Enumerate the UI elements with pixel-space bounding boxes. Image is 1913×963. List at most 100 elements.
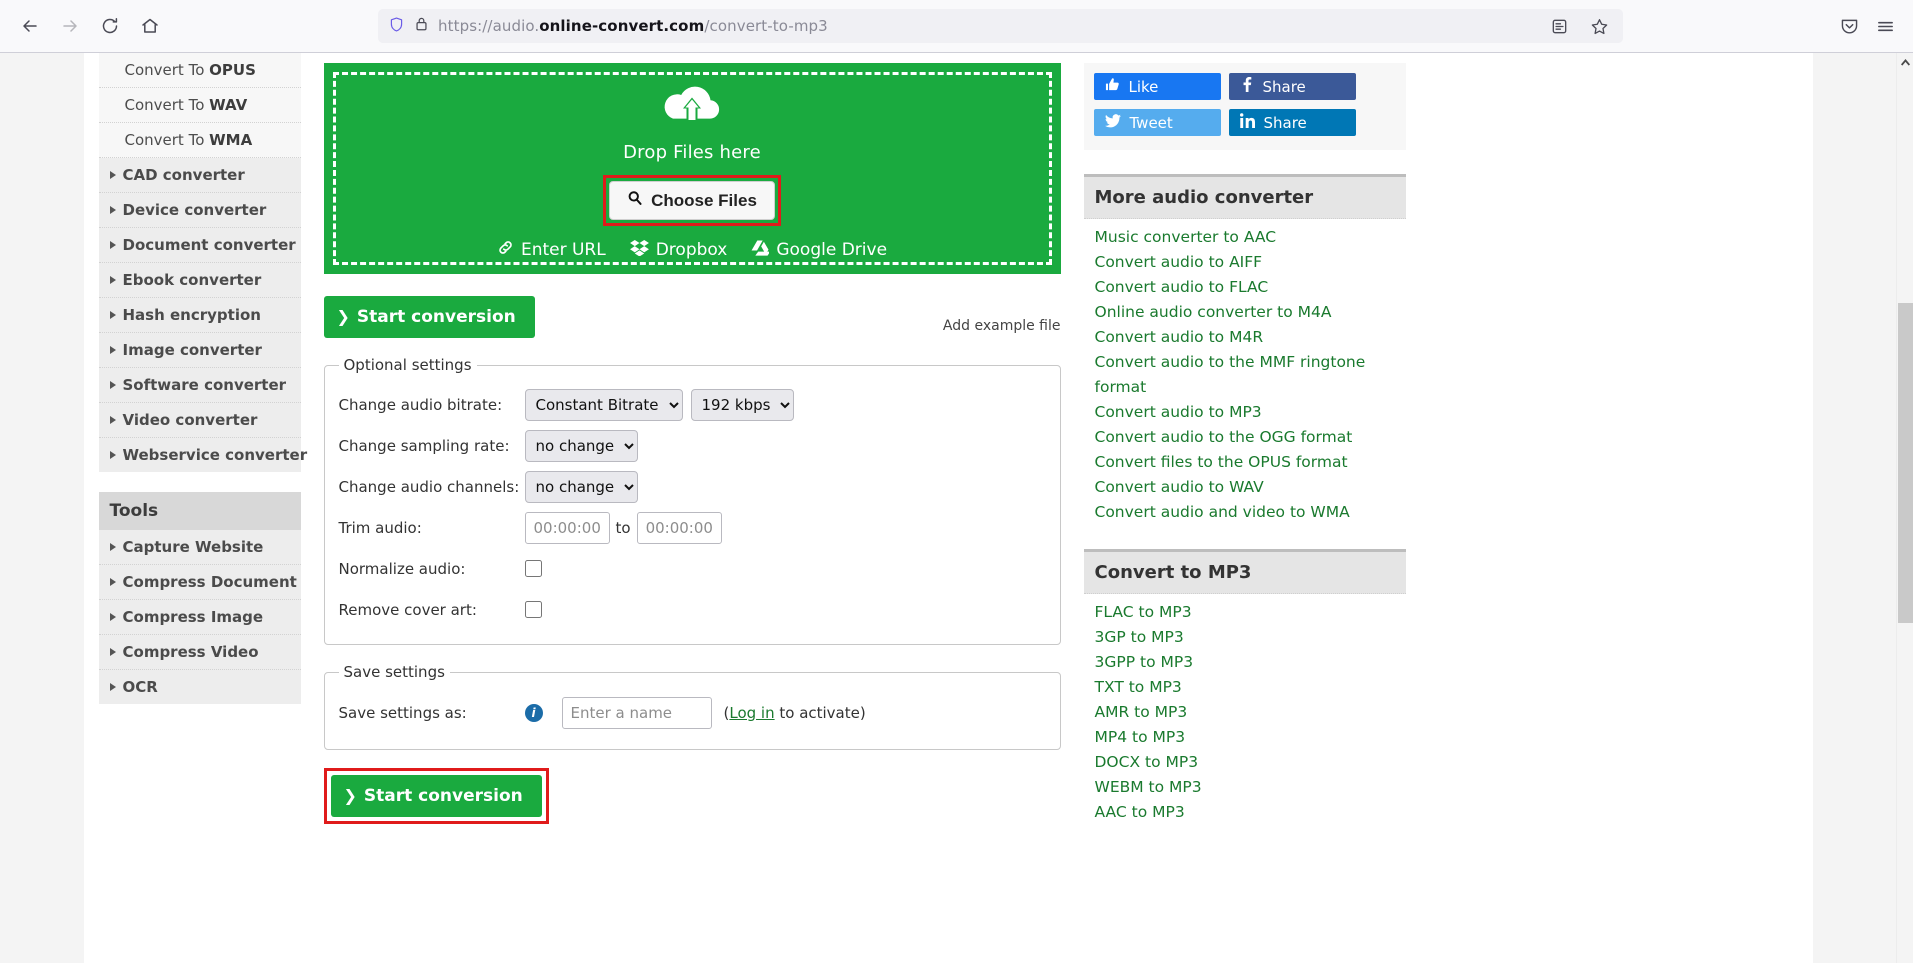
link-convert-audio-to-m4r[interactable]: Convert audio to M4R (1095, 325, 1395, 350)
page-scrollbar[interactable] (1896, 53, 1913, 963)
sidebar-item-ocr[interactable]: OCR (99, 670, 301, 704)
info-icon[interactable]: i (525, 704, 543, 722)
scrollbar-thumb[interactable] (1898, 303, 1913, 623)
sidebar-item-device-converter[interactable]: Device converter (99, 193, 301, 228)
facebook-share-button[interactable]: Share (1229, 73, 1356, 100)
link-music-converter-to-aac[interactable]: Music converter to AAC (1095, 225, 1395, 250)
sidebar-sub-label: Convert To (125, 131, 210, 149)
sidebar-item-label: CAD converter (123, 166, 245, 184)
facebook-like-button[interactable]: Like (1094, 73, 1221, 100)
link-convert-audio-video-to-wma[interactable]: Convert audio and video to WMA (1095, 500, 1395, 525)
audio-channels-label: Change audio channels: (339, 478, 525, 496)
start-conversion-button-bottom[interactable]: ❯ Start conversion (331, 775, 542, 817)
sidebar-item-document-converter[interactable]: Document converter (99, 228, 301, 263)
forward-button[interactable] (50, 8, 90, 44)
facebook-icon (1240, 77, 1254, 96)
dropbox-link[interactable]: Dropbox (630, 239, 728, 261)
sidebar-item-compress-document[interactable]: Compress Document (99, 565, 301, 600)
sidebar-item-label: Hash encryption (123, 306, 261, 324)
link-convert-audio-to-mmf[interactable]: Convert audio to the MMF ringtone format (1095, 350, 1395, 400)
page-viewport: Convert To OPUS Convert To WAV Convert T… (0, 53, 1913, 963)
remove-cover-art-checkbox[interactable] (525, 601, 542, 618)
link-amr-to-mp3[interactable]: AMR to MP3 (1095, 700, 1395, 725)
trim-to-input[interactable] (637, 512, 722, 544)
enter-url-link[interactable]: Enter URL (497, 239, 606, 261)
bitrate-row: Change audio bitrate: Constant Bitrate 1… (339, 384, 1046, 425)
toolbar-right-actions (1831, 8, 1903, 44)
sidebar-item-label: OCR (123, 678, 158, 696)
sidebar-item-compress-video[interactable]: Compress Video (99, 635, 301, 670)
link-aac-to-mp3[interactable]: AAC to MP3 (1095, 800, 1395, 825)
start-conversion-button-top[interactable]: ❯ Start conversion (324, 296, 535, 338)
shield-icon[interactable] (388, 16, 405, 37)
sidebar-item-label: Compress Image (123, 608, 264, 626)
trim-to-word: to (616, 519, 631, 537)
sampling-rate-select[interactable]: no change (525, 430, 638, 462)
add-example-file-link[interactable]: Add example file (943, 318, 1061, 334)
chevron-right-icon (110, 578, 116, 586)
link-chain-icon (497, 239, 514, 261)
chevron-right-icon (110, 171, 116, 179)
address-bar[interactable]: https://audio.online-convert.com/convert… (378, 9, 1623, 43)
sidebar-item-convert-to-opus[interactable]: Convert To OPUS (99, 53, 301, 88)
link-convert-files-to-opus[interactable]: Convert files to the OPUS format (1095, 450, 1395, 475)
normalize-audio-checkbox[interactable] (525, 560, 542, 577)
sidebar-item-label: Image converter (123, 341, 262, 359)
bitrate-mode-select[interactable]: Constant Bitrate (525, 389, 683, 421)
convert-to-mp3-header: Convert to MP3 (1084, 549, 1406, 594)
bitrate-value-select[interactable]: 192 kbps (691, 389, 794, 421)
link-online-audio-converter-to-m4a[interactable]: Online audio converter to M4A (1095, 300, 1395, 325)
facebook-share-label: Share (1263, 78, 1306, 96)
sidebar-item-cad-converter[interactable]: CAD converter (99, 158, 301, 193)
sidebar-item-convert-to-wav[interactable]: Convert To WAV (99, 88, 301, 123)
linkedin-share-button[interactable]: Share (1229, 109, 1356, 136)
sidebar-item-ebook-converter[interactable]: Ebook converter (99, 263, 301, 298)
link-convert-audio-to-aiff[interactable]: Convert audio to AIFF (1095, 250, 1395, 275)
link-3gpp-to-mp3[interactable]: 3GPP to MP3 (1095, 650, 1395, 675)
link-convert-audio-to-flac[interactable]: Convert audio to FLAC (1095, 275, 1395, 300)
link-convert-audio-to-wav[interactable]: Convert audio to WAV (1095, 475, 1395, 500)
sidebar-item-image-converter[interactable]: Image converter (99, 333, 301, 368)
login-note-suffix: to activate) (775, 704, 866, 722)
audio-channels-row: Change audio channels: no change (339, 466, 1046, 507)
home-button[interactable] (130, 8, 170, 44)
trim-from-input[interactable] (525, 512, 610, 544)
pocket-icon[interactable] (1831, 8, 1867, 44)
bitrate-label: Change audio bitrate: (339, 396, 525, 414)
link-convert-audio-to-ogg[interactable]: Convert audio to the OGG format (1095, 425, 1395, 450)
choose-files-button[interactable]: Choose Files (609, 181, 775, 220)
back-button[interactable] (10, 8, 50, 44)
link-flac-to-mp3[interactable]: FLAC to MP3 (1095, 600, 1395, 625)
thumbs-up-icon (1105, 77, 1120, 96)
twitter-tweet-button[interactable]: Tweet (1094, 109, 1221, 136)
browser-toolbar: https://audio.online-convert.com/convert… (0, 0, 1913, 53)
sidebar-item-video-converter[interactable]: Video converter (99, 403, 301, 438)
dropzone-source-links: Enter URL Dropbox Google Drive (497, 239, 887, 261)
link-convert-audio-to-mp3[interactable]: Convert audio to MP3 (1095, 400, 1395, 425)
link-mp4-to-mp3[interactable]: MP4 to MP3 (1095, 725, 1395, 750)
save-settings-name-input[interactable] (562, 697, 712, 729)
normalize-audio-label: Normalize audio: (339, 560, 525, 578)
link-webm-to-mp3[interactable]: WEBM to MP3 (1095, 775, 1395, 800)
sidebar-item-hash-encryption[interactable]: Hash encryption (99, 298, 301, 333)
link-3gp-to-mp3[interactable]: 3GP to MP3 (1095, 625, 1395, 650)
log-in-link[interactable]: Log in (729, 704, 774, 722)
sidebar-item-convert-to-wma[interactable]: Convert To WMA (99, 123, 301, 158)
google-drive-link[interactable]: Google Drive (751, 239, 887, 261)
hamburger-menu-icon[interactable] (1867, 8, 1903, 44)
file-dropzone[interactable]: Drop Files here Choose Files (324, 63, 1061, 274)
chevron-right-icon (110, 311, 116, 319)
reader-view-icon[interactable] (1539, 8, 1579, 44)
bookmark-star-icon[interactable] (1579, 8, 1619, 44)
link-txt-to-mp3[interactable]: TXT to MP3 (1095, 675, 1395, 700)
scrollbar-up-arrow[interactable] (1897, 53, 1913, 70)
audio-channels-select[interactable]: no change (525, 471, 638, 503)
lock-icon[interactable] (414, 16, 429, 36)
sidebar-item-webservice-converter[interactable]: Webservice converter (99, 438, 301, 472)
more-audio-converter-header: More audio converter (1084, 174, 1406, 219)
sidebar-item-capture-website[interactable]: Capture Website (99, 530, 301, 565)
sidebar-item-software-converter[interactable]: Software converter (99, 368, 301, 403)
sidebar-item-compress-image[interactable]: Compress Image (99, 600, 301, 635)
link-docx-to-mp3[interactable]: DOCX to MP3 (1095, 750, 1395, 775)
reload-button[interactable] (90, 8, 130, 44)
